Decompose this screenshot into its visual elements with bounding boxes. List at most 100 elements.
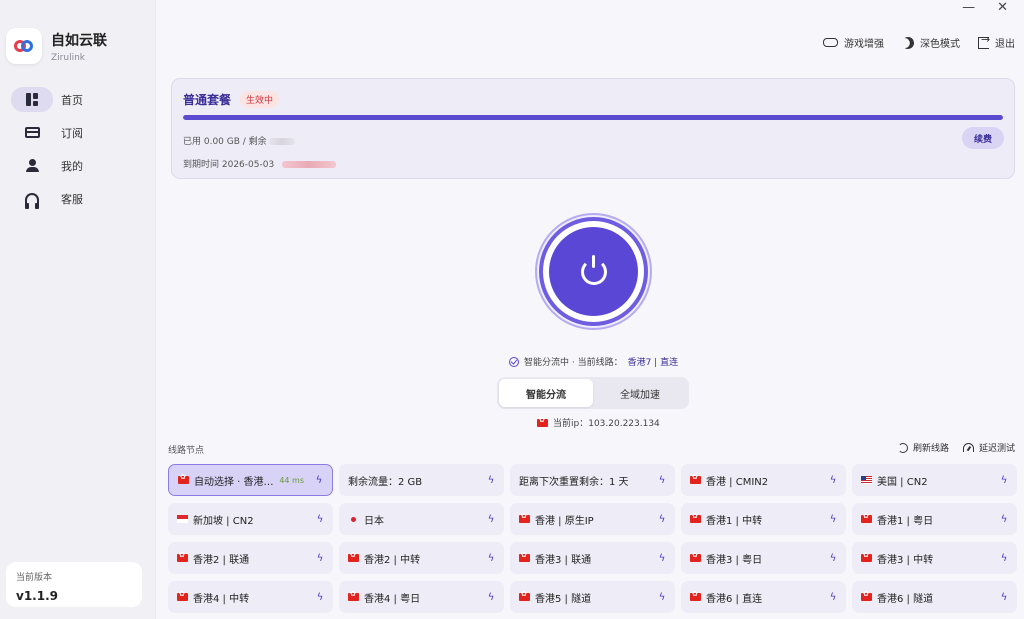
node-name: 香港3 | 粤日 (706, 554, 763, 566)
hk-flag-icon (690, 473, 701, 484)
sidebar-item-subscription[interactable]: 订阅 (11, 120, 143, 145)
brand-name: 自如云联 (51, 32, 107, 49)
dark-mode-button[interactable]: 深色模式 (902, 35, 960, 50)
plan-title: 普通套餐 (183, 93, 232, 107)
hk-flag-icon (861, 590, 872, 601)
window-controls: — ✕ (962, 0, 1024, 16)
hk-flag-icon (519, 551, 530, 562)
close-button[interactable]: ✕ (997, 1, 1008, 14)
expire-label: 到期时间 2026-05-03 (183, 160, 275, 170)
latency-test-label: 延迟测试 (978, 444, 1015, 454)
node-item[interactable]: 香港 | 原生IP ϟ (510, 503, 675, 535)
node-item[interactable]: 香港4 | 粤日 ϟ (339, 581, 504, 613)
bolt-icon: ϟ (316, 591, 324, 603)
node-item[interactable]: 距离下次重置剩余：1 天 ϟ (510, 464, 675, 496)
mode-smart-split[interactable]: 智能分流 (499, 379, 593, 407)
expire-text: 到期时间 2026-05-03 (183, 157, 337, 170)
refresh-nodes-button[interactable]: 刷新线路 (897, 441, 949, 454)
node-item[interactable]: 香港3 | 联通 ϟ (510, 542, 675, 574)
node-item[interactable]: 香港6 | 隧道 ϟ (852, 581, 1017, 613)
node-name: 日本 (364, 515, 384, 527)
mode-global-boost[interactable]: 全域加速 (593, 379, 687, 407)
bolt-icon: ϟ (487, 552, 495, 564)
bolt-icon: ϟ (1000, 591, 1008, 603)
power-icon (580, 254, 607, 285)
sidebar-item-label: 首页 (61, 93, 83, 107)
node-name: 自动选择 · 香港7... (194, 476, 275, 488)
sidebar-item-support[interactable]: 客服 (11, 186, 143, 211)
latency-test-button[interactable]: 延迟测试 (962, 441, 1015, 454)
logout-icon (978, 33, 990, 49)
brand: 自如云联 Zirulink (6, 28, 107, 64)
node-latency: 44 ms (279, 475, 304, 485)
brand-subtitle: Zirulink (51, 52, 85, 63)
connection-status: 智能分流中 · 当前线路： 香港7 | 直连 (509, 355, 678, 368)
node-actions: 刷新线路 延迟测试 (897, 441, 1015, 454)
bolt-icon: ϟ (829, 474, 837, 486)
sidebar-nav: 首页 订阅 我的 客服 (11, 87, 143, 219)
bolt-icon: ϟ (658, 513, 666, 525)
node-item[interactable]: 新加坡 | CN2 ϟ (168, 503, 333, 535)
node-item[interactable]: 自动选择 · 香港7... 44 ms ϟ (168, 464, 333, 496)
bolt-icon: ϟ (1000, 513, 1008, 525)
logout-button[interactable]: 退出 (978, 33, 1015, 50)
bolt-icon: ϟ (658, 474, 666, 486)
node-item[interactable]: 日本 ϟ (339, 503, 504, 535)
node-item[interactable]: 香港2 | 中转 ϟ (339, 542, 504, 574)
node-item[interactable]: 香港2 | 联通 ϟ (168, 542, 333, 574)
node-item[interactable]: 剩余流量：2 GB ϟ (339, 464, 504, 496)
node-name: 香港2 | 中转 (364, 554, 421, 566)
node-item[interactable]: 香港5 | 隧道 ϟ (510, 581, 675, 613)
node-item[interactable]: 香港 | CMIN2 ϟ (681, 464, 846, 496)
version-label: 当前版本 (16, 573, 53, 583)
refresh-label: 刷新线路 (912, 444, 949, 454)
node-name: 香港2 | 联通 (193, 554, 250, 566)
jp-flag-icon (348, 515, 359, 523)
bolt-icon: ϟ (829, 591, 837, 603)
hk-flag-icon (177, 551, 188, 562)
node-item[interactable]: 香港1 | 中转 ϟ (681, 503, 846, 535)
hk-flag-icon (177, 590, 188, 601)
renew-button[interactable]: 续费 (962, 127, 1004, 149)
connect-power-button[interactable] (549, 227, 638, 316)
sidebar-item-profile[interactable]: 我的 (11, 153, 143, 178)
usage-progress-fill (183, 115, 1003, 120)
node-name: 新加坡 | CN2 (193, 515, 254, 527)
node-name: 香港3 | 联通 (535, 554, 592, 566)
sg-flag-icon (177, 515, 188, 523)
node-item[interactable]: 香港3 | 粤日 ϟ (681, 542, 846, 574)
bolt-icon: ϟ (487, 474, 495, 486)
node-name: 香港4 | 中转 (193, 593, 250, 605)
node-item[interactable]: 香港4 | 中转 ϟ (168, 581, 333, 613)
node-item[interactable]: 香港3 | 中转 ϟ (852, 542, 1017, 574)
game-boost-button[interactable]: 游戏增强 (823, 35, 884, 50)
game-boost-label: 游戏增强 (844, 39, 884, 50)
sidebar-item-home[interactable]: 首页 (11, 87, 143, 112)
node-name: 香港6 | 隧道 (877, 593, 934, 605)
hk-flag-icon (861, 551, 872, 562)
bolt-icon: ϟ (1000, 552, 1008, 564)
node-name: 剩余流量：2 GB (348, 476, 423, 488)
node-name: 香港6 | 直连 (706, 593, 763, 605)
gamepad-icon (823, 38, 838, 47)
node-name: 美国 | CN2 (877, 476, 928, 488)
node-item[interactable]: 香港6 | 直连 ϟ (681, 581, 846, 613)
hk-flag-icon (348, 551, 359, 562)
node-name: 香港1 | 粤日 (877, 515, 934, 527)
status-badge: 生效中 (240, 91, 280, 108)
status-prefix: 智能分流中 · 当前线路： (524, 358, 623, 368)
node-item[interactable]: 美国 | CN2 ϟ (852, 464, 1017, 496)
bolt-icon: ϟ (829, 513, 837, 525)
sidebar-item-label: 客服 (61, 192, 83, 206)
logo-icon (6, 28, 42, 64)
node-name: 距离下次重置剩余：1 天 (519, 476, 629, 488)
minimize-button[interactable]: — (962, 1, 975, 14)
bolt-icon: ϟ (658, 591, 666, 603)
hk-flag-icon (690, 551, 701, 562)
ip-text: 当前ip：103.20.223.134 (553, 419, 660, 429)
sidebar-item-label: 我的 (61, 159, 83, 173)
node-name: 香港4 | 粤日 (364, 593, 421, 605)
node-item[interactable]: 香港1 | 粤日 ϟ (852, 503, 1017, 535)
bolt-icon: ϟ (487, 591, 495, 603)
logout-label: 退出 (995, 39, 1015, 50)
